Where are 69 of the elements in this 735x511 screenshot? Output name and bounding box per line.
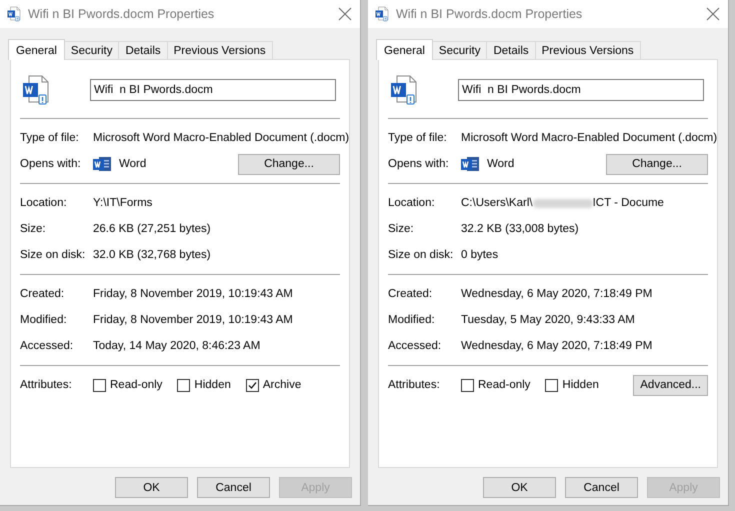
tab[interactable]: Previous Versions — [166, 41, 273, 59]
dialog-button[interactable]: OK — [483, 477, 556, 498]
field-value: Y:\IT\Forms — [93, 197, 152, 209]
field-value: 0 bytes — [461, 249, 498, 261]
field-value: Word — [487, 158, 516, 170]
field-value: Friday, 8 November 2019, 10:19:43 AM — [93, 288, 293, 300]
field-value: Word — [119, 158, 148, 170]
field-label: Accessed: — [20, 340, 74, 352]
close-icon[interactable] — [338, 7, 352, 21]
field-value: 26.6 KB (27,251 bytes) — [93, 223, 211, 235]
tab[interactable]: General — [8, 39, 65, 60]
field-value: Wednesday, 6 May 2020, 7:18:49 PM — [461, 288, 652, 300]
window-title: Wifi n BI Pwords.docm Properties — [28, 7, 216, 21]
advanced-button[interactable]: Advanced... — [633, 374, 708, 396]
window-title: Wifi n BI Pwords.docm Properties — [396, 7, 584, 21]
field-label: Opens with: — [388, 158, 450, 170]
checkbox-label: Archive — [262, 379, 302, 391]
field-label: Type of file: — [388, 132, 448, 144]
field-value: ICT - Docume — [592, 197, 664, 209]
field-label: Size: — [20, 223, 47, 235]
checkbox[interactable] — [93, 378, 106, 392]
field-label: Created: — [20, 288, 66, 300]
checkbox[interactable] — [461, 378, 474, 392]
change-button[interactable]: Change... — [238, 154, 340, 174]
field-label: Attributes: — [388, 379, 441, 391]
field-value: Microsoft Word Macro-Enabled Document (.docm) — [93, 132, 350, 144]
field-label: Location: — [20, 197, 68, 209]
field-label: Size on disk: — [388, 249, 454, 261]
field-label: Location: — [388, 197, 436, 209]
word-icon — [461, 156, 479, 172]
field-value: Wednesday, 6 May 2020, 7:18:49 PM — [461, 340, 652, 352]
field-value: 32.0 KB (32,768 bytes) — [93, 249, 211, 261]
blurred-text — [532, 198, 593, 208]
field-value: Tuesday, 5 May 2020, 9:43:33 AM — [461, 314, 635, 326]
field-label: Opens with: — [20, 158, 82, 170]
field-label: Accessed: — [388, 340, 442, 352]
dialog-button[interactable]: OK — [115, 477, 188, 498]
word-document-icon — [374, 6, 390, 22]
field-label: Attributes: — [20, 379, 73, 391]
field-value: Friday, 8 November 2019, 10:19:43 AM — [93, 314, 293, 326]
field-label: Modified: — [388, 314, 436, 326]
checkbox-label: Read-only — [110, 379, 162, 391]
change-button[interactable]: Change... — [606, 154, 708, 174]
dialog-button[interactable]: Cancel — [565, 477, 638, 498]
checkbox-label: Hidden — [562, 379, 599, 391]
tab[interactable]: General — [376, 39, 433, 60]
tab[interactable]: Previous Versions — [534, 41, 641, 59]
tab[interactable]: Security — [432, 41, 488, 59]
field-label: Size on disk: — [20, 249, 86, 261]
checkbox[interactable] — [545, 378, 558, 392]
checkbox[interactable] — [177, 378, 190, 392]
close-icon[interactable] — [706, 7, 720, 21]
word-document-icon — [6, 6, 22, 22]
word-icon — [93, 156, 111, 172]
file-name-field[interactable]: Wifi n BI Pwords.docm — [458, 79, 704, 101]
field-value: Microsoft Word Macro-Enabled Document (.docm) — [461, 132, 718, 144]
field-label: Size: — [388, 223, 415, 235]
tab[interactable]: Security — [64, 41, 120, 59]
dialog-button[interactable]: Cancel — [197, 477, 270, 498]
field-value: Today, 14 May 2020, 8:46:23 AM — [93, 340, 260, 352]
checkbox-label: Read-only — [478, 379, 530, 391]
field-value: C:\Users\Karl\ — [461, 197, 533, 209]
checkbox-label: Hidden — [194, 379, 231, 391]
field-label: Modified: — [20, 314, 68, 326]
file-name-field[interactable]: Wifi n BI Pwords.docm — [90, 79, 336, 101]
field-label: Type of file: — [20, 132, 80, 144]
checkbox[interactable] — [246, 378, 259, 392]
field-value: 32.2 KB (33,008 bytes) — [461, 223, 579, 235]
field-label: Created: — [388, 288, 434, 300]
